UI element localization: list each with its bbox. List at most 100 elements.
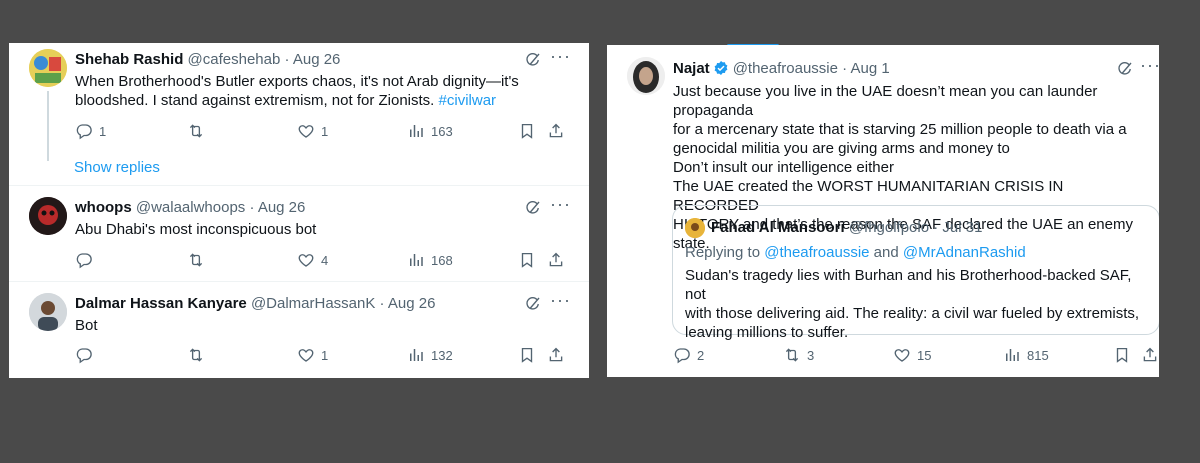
show-replies-link[interactable]: Show replies — [74, 159, 160, 176]
main-tweet-panel: Najat @theafroaussie · Aug 1 ··· Just bec… — [607, 45, 1159, 377]
bookmark-icon — [518, 251, 536, 269]
bookmark-button[interactable] — [1113, 345, 1137, 365]
share-icon — [547, 122, 565, 140]
tweet-date[interactable]: Aug 26 — [388, 295, 436, 312]
thread-line — [47, 91, 49, 161]
tweet-text: Abu Dhabi's most inconspicuous bot — [75, 221, 317, 238]
like-count: 15 — [917, 347, 932, 363]
replying-and: and — [869, 244, 903, 261]
divider — [9, 281, 589, 282]
like-icon — [297, 346, 315, 364]
like-button[interactable]: 1 — [297, 121, 328, 141]
avatar[interactable] — [29, 293, 67, 331]
repost-button[interactable] — [187, 345, 211, 365]
views-icon — [407, 122, 425, 140]
hashtag-link[interactable]: #civilwar — [439, 92, 497, 109]
tweet-text-line: for a mercenary state that is starving 2… — [673, 121, 1127, 138]
reply-button[interactable]: 1 — [75, 121, 106, 141]
more-icon[interactable]: ··· — [550, 47, 571, 65]
share-button[interactable] — [1141, 345, 1159, 365]
bookmark-icon — [1113, 346, 1131, 364]
author-handle[interactable]: @walaalwhoops — [136, 199, 245, 216]
more-icon[interactable]: ··· — [550, 195, 571, 213]
reply-button[interactable] — [75, 250, 99, 270]
author-handle[interactable]: @theafroaussie — [733, 60, 838, 77]
quoted-tweet[interactable]: Fahad Al Mansoori @fhgolfpolo · Jul 31 R… — [672, 205, 1159, 341]
like-button[interactable]: 15 — [893, 345, 931, 365]
share-button[interactable] — [547, 345, 571, 365]
repost-button[interactable]: 3 — [783, 345, 814, 365]
tweet-text: When Brotherhood's Butler exports chaos,… — [75, 72, 575, 110]
repost-button[interactable] — [187, 250, 211, 270]
more-icon[interactable]: ··· — [1140, 56, 1159, 74]
author-name[interactable]: Najat — [673, 60, 710, 77]
author-name[interactable]: Dalmar Hassan Kanyare — [75, 295, 247, 312]
tweet-text-line: leaving millions to suffer. — [685, 324, 849, 341]
quoted-tweet-text: Sudan's tragedy lies with Burhan and his… — [685, 266, 1155, 342]
share-icon — [1141, 346, 1159, 364]
avatar[interactable] — [685, 218, 705, 238]
tweet-date[interactable]: Aug 1 — [851, 60, 890, 77]
like-count: 4 — [321, 252, 329, 268]
bookmark-button[interactable] — [518, 345, 542, 365]
tweet-text-line: with those delivering aid. The reality: … — [685, 305, 1140, 322]
repost-button[interactable] — [187, 121, 211, 141]
mention-link[interactable]: @MrAdnanRashid — [903, 244, 1026, 261]
grok-icon[interactable] — [524, 199, 542, 217]
tweet-date[interactable]: Aug 26 — [258, 199, 306, 216]
view-count: 163 — [431, 123, 453, 139]
reply-button[interactable]: 2 — [673, 345, 704, 365]
reply-icon — [75, 122, 93, 140]
like-count: 1 — [321, 123, 329, 139]
bookmark-button[interactable] — [518, 250, 542, 270]
separator-dot: · — [379, 295, 385, 312]
more-icon[interactable]: ··· — [550, 291, 571, 309]
reply-count: 2 — [697, 347, 705, 363]
tweet-date[interactable]: Jul 31 — [942, 219, 982, 236]
repost-count: 3 — [807, 347, 815, 363]
avatar[interactable] — [29, 49, 67, 87]
bookmark-button[interactable] — [518, 121, 542, 141]
author-handle[interactable]: @DalmarHassanK — [251, 295, 375, 312]
views-button[interactable]: 815 — [1003, 345, 1049, 365]
like-count: 1 — [321, 347, 329, 363]
views-button[interactable]: 132 — [407, 345, 453, 365]
avatar[interactable] — [29, 197, 67, 235]
share-icon — [547, 251, 565, 269]
share-button[interactable] — [547, 121, 571, 141]
author-name[interactable]: Fahad Al Mansoori — [711, 219, 845, 236]
like-icon — [297, 122, 315, 140]
mention-link[interactable]: @theafroaussie — [764, 244, 869, 261]
like-button[interactable]: 1 — [297, 345, 328, 365]
repost-icon — [783, 346, 801, 364]
tweet-text-line: When Brotherhood's Butler exports chaos,… — [75, 73, 519, 90]
views-button[interactable]: 168 — [407, 250, 453, 270]
avatar[interactable] — [627, 57, 665, 95]
author-handle[interactable]: @fhgolfpolo — [849, 219, 929, 236]
tweet-header: Najat @theafroaussie · Aug 1 — [673, 60, 890, 77]
share-button[interactable] — [547, 250, 571, 270]
repost-icon — [187, 251, 205, 269]
reply-button[interactable] — [75, 345, 99, 365]
tweet-date[interactable]: Aug 26 — [293, 51, 341, 68]
grok-icon[interactable] — [1116, 60, 1134, 78]
grok-icon[interactable] — [524, 51, 542, 69]
bookmark-icon — [518, 122, 536, 140]
like-icon — [297, 251, 315, 269]
separator-dot: · — [842, 60, 848, 77]
view-count: 815 — [1027, 347, 1049, 363]
like-button[interactable]: 4 — [297, 250, 328, 270]
author-name[interactable]: Shehab Rashid — [75, 51, 183, 68]
separator-dot: · — [284, 51, 290, 68]
repost-icon — [187, 122, 205, 140]
view-count: 132 — [431, 347, 453, 363]
grok-icon[interactable] — [524, 295, 542, 313]
tweet-header: Dalmar Hassan Kanyare @DalmarHassanK · A… — [75, 295, 435, 312]
tweet-text-line: bloodshed. I stand against extremism, no… — [75, 92, 439, 109]
divider — [9, 185, 589, 186]
views-button[interactable]: 163 — [407, 121, 453, 141]
verified-icon — [714, 61, 728, 75]
author-handle[interactable]: @cafeshehab — [188, 51, 281, 68]
author-name[interactable]: whoops — [75, 199, 132, 216]
reply-icon — [75, 346, 93, 364]
